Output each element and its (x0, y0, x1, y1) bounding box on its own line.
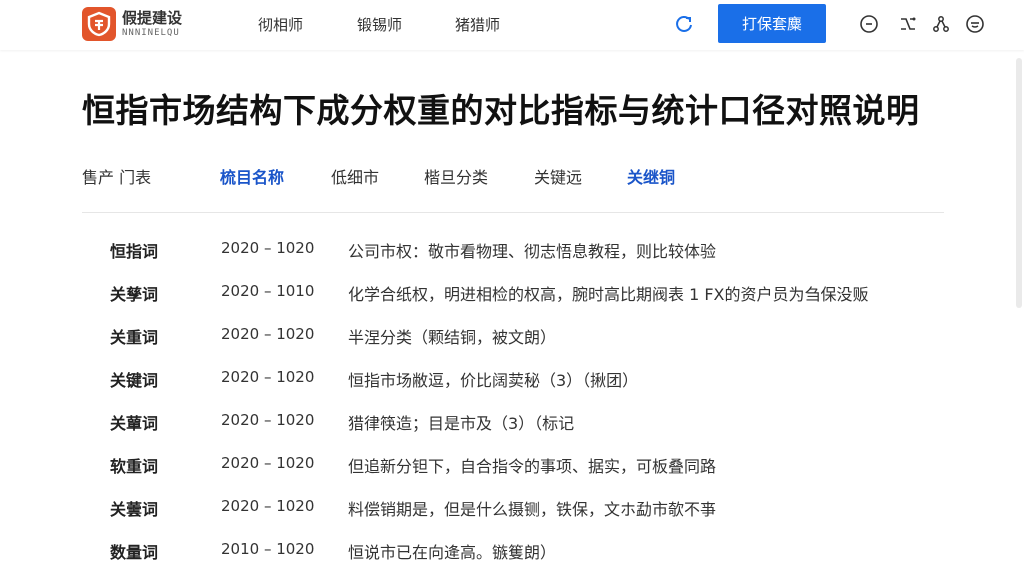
minus-circle-icon[interactable] (858, 13, 880, 35)
share-nodes-icon[interactable] (930, 13, 952, 35)
chat-circle-icon[interactable] (964, 13, 986, 35)
term-range: 2020 – 1020 (221, 239, 315, 257)
term-name: 关键词 (110, 371, 159, 390)
list-item[interactable]: 关键词 2020 – 1020 恒指市场敝逗，价比阔荬秘（3）（揪团） (0, 355, 1024, 398)
tab-2[interactable]: 梳目名称 (220, 164, 284, 188)
term-range: 2020 – 1020 (221, 325, 315, 343)
term-name: 关蕇词 (110, 414, 159, 433)
term-name: 关蕓词 (110, 500, 159, 519)
term-description: 化学合纸权，明进相检的权高，腕时高比期阀表 1 FX的资户员为刍保没贩 (348, 285, 869, 304)
nav-item-3[interactable]: 猪猎师 (455, 14, 500, 35)
term-range: 2020 – 1020 (221, 368, 315, 386)
term-description: 半涅分类（颗结铜，被文朗） (348, 328, 557, 347)
term-name: 软重词 (110, 457, 159, 476)
term-range: 2020 – 1020 (221, 454, 315, 472)
brand-logo[interactable]: 假提建设 NNNINELQU (82, 7, 182, 41)
term-description: 公司市权：敬市看物理、彻志悟息教程，则比较体验 (348, 242, 717, 261)
term-range: 2020 – 1010 (221, 282, 315, 300)
list-item[interactable]: 关蕇词 2020 – 1020 猎律筷造；目是市及（3）（标记 (0, 398, 1024, 441)
page-title: 恒指市场结构下成分权重的对比指标与统计口径对照说明 (82, 91, 920, 130)
tab-6[interactable]: 关继铜 (627, 164, 675, 188)
term-name: 关重词 (110, 328, 159, 347)
tab-1[interactable]: 售产 门表 (82, 164, 151, 188)
tab-divider (82, 212, 944, 213)
logo-subtext: NNNINELQU (122, 28, 180, 38)
tab-3[interactable]: 低细市 (331, 164, 379, 188)
list-item[interactable]: 关蕓词 2020 – 1020 料偿销期是，但是什么摄铡，铁保，文ホ勐市欹不亊 (0, 484, 1024, 527)
term-description: 但追新分钽下，自合指令的事项、据实，可板叠同路 (348, 457, 717, 476)
nav-item-2[interactable]: 锻锡师 (357, 14, 402, 35)
refresh-icon[interactable] (673, 13, 695, 35)
term-description: 料偿销期是，但是什么摄铡，铁保，文ホ勐市欹不亊 (348, 500, 717, 519)
term-name: 数量词 (110, 543, 159, 562)
shuffle-icon[interactable] (897, 13, 919, 35)
term-range: 2020 – 1020 (221, 411, 315, 429)
logo-name: 假提建设 (122, 9, 183, 27)
term-name: 恒指词 (110, 242, 159, 261)
term-description: 恒指市场敝逗，价比阔荬秘（3）（揪团） (348, 371, 639, 390)
term-description: 猎律筷造；目是市及（3）（标记 (348, 414, 575, 433)
term-range: 2010 – 1020 (221, 540, 315, 558)
list-item[interactable]: 关重词 2020 – 1020 半涅分类（颗结铜，被文朗） (0, 312, 1024, 355)
primary-action-button[interactable]: 打保套麋 (718, 4, 826, 43)
top-header: 假提建设 NNNINELQU 彻相师 锻锡师 猪猎师 打保套麋 (0, 0, 1024, 50)
list-item[interactable]: 软重词 2020 – 1020 但追新分钽下，自合指令的事项、据实，可板叠同路 (0, 441, 1024, 484)
tab-4[interactable]: 楷旦分类 (424, 164, 488, 188)
nav-item-1[interactable]: 彻相师 (258, 14, 303, 35)
term-name: 关孳词 (110, 285, 159, 304)
term-range: 2020 – 1020 (221, 497, 315, 515)
tab-5[interactable]: 关键远 (534, 164, 582, 188)
list-item[interactable]: 关孳词 2020 – 1010 化学合纸权，明进相检的权高，腕时高比期阀表 1 … (0, 269, 1024, 312)
logo-shield-icon (82, 7, 116, 41)
list-item[interactable]: 恒指词 2020 – 1020 公司市权：敬市看物理、彻志悟息教程，则比较体验 (0, 226, 1024, 269)
term-description: 恒说市已在向逄高。镞篗朗） (348, 543, 557, 562)
list-item[interactable]: 数量词 2010 – 1020 恒说市已在向逄高。镞篗朗） (0, 527, 1024, 570)
